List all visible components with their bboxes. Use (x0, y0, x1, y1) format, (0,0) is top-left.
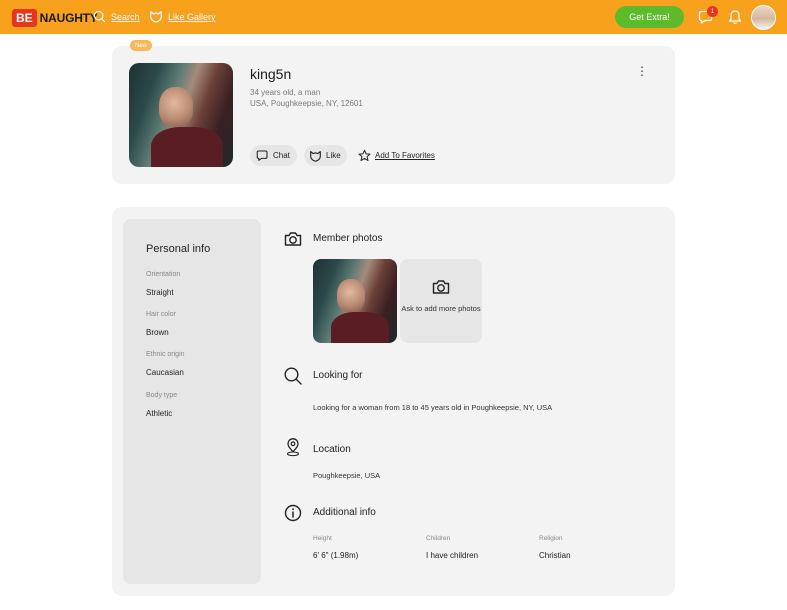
profile-age-gender: 34 years old, a man (250, 88, 321, 97)
top-navigation-bar: BE NAUGHTY Search Like Gallery Get Extra… (0, 0, 787, 34)
nav-search-link[interactable]: Search (93, 10, 140, 23)
location-pin-icon (287, 438, 299, 457)
info-icon (284, 504, 302, 522)
camera-icon (284, 232, 302, 246)
star-icon (358, 149, 371, 162)
member-photo-thumbnail[interactable] (313, 259, 397, 343)
profile-location-line: USA, Poughkeepsie, NY, 12601 (250, 99, 363, 108)
looking-for-title: Looking for (313, 370, 363, 381)
logo-wordmark: NAUGHTY (39, 11, 98, 25)
photo-body-shape (151, 127, 223, 167)
more-options-icon[interactable]: ⋮ (636, 65, 648, 81)
profile-username: king5n (250, 66, 292, 82)
add-to-favorites-button[interactable]: Add To Favorites (357, 145, 435, 166)
religion-value: Christian (539, 551, 571, 560)
chat-icon (256, 150, 268, 161)
bell-icon[interactable] (727, 9, 743, 25)
location-title: Location (313, 444, 351, 455)
hair-color-label: Hair color (146, 311, 176, 318)
ask-more-photos-label: Ask to add more photos (401, 304, 481, 313)
ethnic-origin-value: Caucasian (146, 368, 184, 377)
ask-more-photos-button[interactable]: Ask to add more photos (400, 259, 482, 343)
get-extra-button[interactable]: Get Extra! (615, 6, 684, 28)
body-type-value: Athletic (146, 409, 173, 418)
location-text: Poughkeepsie, USA (313, 471, 381, 480)
hair-color-value: Brown (146, 328, 169, 337)
like-button[interactable]: Like (304, 145, 347, 166)
heart-cat-icon (310, 150, 321, 162)
heart-cat-icon (150, 11, 162, 23)
nav-like-gallery-label: Like Gallery (168, 11, 216, 22)
like-button-label: Like (326, 151, 341, 160)
member-photos-title: Member photos (313, 233, 383, 244)
height-value: 6' 6" (1.98m) (313, 551, 359, 560)
benaughty-logo[interactable]: BE NAUGHTY (12, 9, 98, 27)
looking-for-text: Looking for a woman from 18 to 45 years … (313, 403, 553, 412)
profile-main-photo[interactable] (129, 63, 233, 167)
religion-label: Religion (539, 535, 563, 542)
additional-info-title: Additional info (313, 507, 376, 518)
camera-icon (432, 280, 450, 294)
photo-body-shape (331, 312, 389, 343)
add-to-favorites-label: Add To Favorites (375, 151, 435, 160)
search-icon (284, 367, 302, 385)
height-label: Height (313, 535, 332, 542)
photo-face-shape (159, 87, 193, 127)
nav-like-gallery-link[interactable]: Like Gallery (149, 10, 216, 23)
chat-button-label: Chat (273, 151, 290, 160)
photo-face-shape (337, 279, 365, 312)
ethnic-origin-label: Ethnic origin (146, 351, 185, 358)
orientation-value: Straight (146, 288, 174, 297)
personal-info-title: Personal info (146, 243, 211, 255)
search-icon (93, 10, 106, 23)
notification-count-badge: 1 (707, 6, 718, 17)
children-value: I have children (426, 551, 479, 560)
body-type-label: Body type (146, 392, 178, 399)
orientation-label: Orientation (146, 271, 181, 278)
children-label: Children (426, 535, 451, 542)
personal-info-panel (123, 219, 261, 584)
nav-search-label: Search (111, 11, 140, 22)
chat-button[interactable]: Chat (250, 145, 297, 166)
logo-be-mark: BE (12, 9, 37, 27)
user-avatar[interactable] (751, 5, 776, 30)
new-member-badge: New (130, 40, 153, 51)
